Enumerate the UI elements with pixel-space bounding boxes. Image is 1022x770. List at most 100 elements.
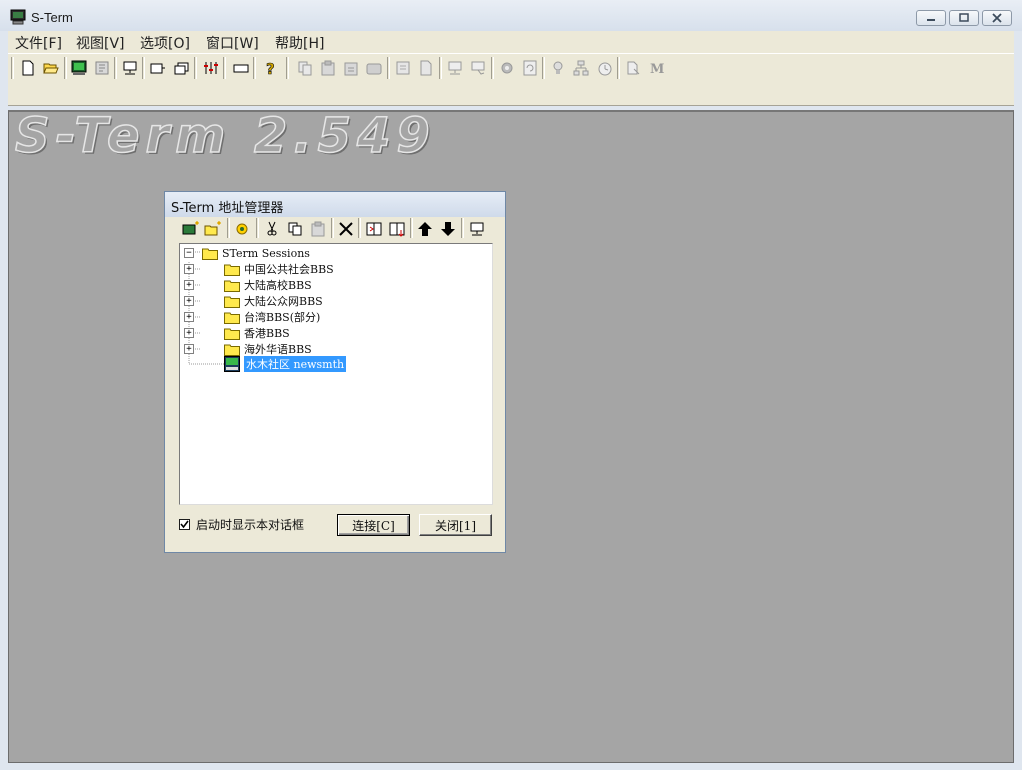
network-disabled-icon — [573, 60, 589, 76]
fullscreen-button[interactable] — [231, 58, 251, 78]
network-button[interactable] — [571, 58, 591, 78]
restore-button[interactable] — [949, 10, 979, 26]
minimize-button[interactable] — [916, 10, 946, 26]
macro-m-icon: M — [650, 62, 664, 76]
send-button[interactable] — [445, 58, 465, 78]
cut-scissors-icon — [267, 221, 277, 236]
app-version-watermark: S-Term 2.549 — [14, 107, 436, 165]
folder-icon — [224, 328, 240, 340]
connect-button[interactable] — [69, 58, 89, 78]
connect-button[interactable]: 连接[C] — [337, 514, 410, 536]
show-on-startup-option[interactable]: 启动时显示本对话框 — [179, 516, 304, 533]
export-book-icon — [389, 222, 405, 237]
expand-icon[interactable]: + — [184, 280, 194, 290]
toolbar-separator — [256, 218, 259, 238]
tree-root[interactable]: − STerm Sessions — [184, 245, 310, 261]
open-button[interactable] — [41, 58, 61, 78]
folder-open-icon — [202, 248, 218, 260]
close-button[interactable] — [982, 10, 1012, 26]
folder-icon — [224, 312, 240, 324]
paste-site-button[interactable] — [308, 219, 328, 239]
tree-folder-item[interactable]: + 海外华语BBS — [184, 341, 312, 357]
paste-button[interactable] — [318, 58, 338, 78]
properties-button[interactable] — [232, 219, 252, 239]
collapse-icon[interactable]: − — [184, 248, 194, 258]
menu-file[interactable]: 文件[F] — [15, 33, 62, 53]
export-button[interactable] — [387, 219, 407, 239]
expand-icon[interactable]: + — [184, 344, 194, 354]
copy-button[interactable] — [295, 58, 315, 78]
copy-icon — [288, 222, 302, 236]
copy-disabled-icon — [298, 61, 312, 76]
toolbar-separator — [617, 57, 620, 79]
menu-options[interactable]: 选项[O] — [140, 33, 190, 53]
capture-button[interactable] — [416, 58, 436, 78]
edit-button[interactable] — [623, 58, 643, 78]
folder-icon — [224, 264, 240, 276]
help-button[interactable]: ? — [260, 58, 280, 78]
expand-icon[interactable]: + — [184, 296, 194, 306]
import-book-icon — [366, 222, 382, 236]
paste-disabled-icon — [311, 221, 325, 237]
cascade-button[interactable] — [172, 58, 192, 78]
add-site-button[interactable] — [181, 219, 201, 239]
import-button[interactable] — [364, 219, 384, 239]
tree-folder-item[interactable]: + 中国公共社会BBS — [184, 261, 334, 277]
sessions-tree[interactable]: − STerm Sessions + 中国公共社会BBS + 大陆高校BBS +… — [179, 243, 493, 505]
menu-window[interactable]: 窗口[W] — [206, 33, 259, 53]
cut-button[interactable] — [262, 219, 282, 239]
paste-all-button[interactable] — [364, 58, 384, 78]
paste-special-button[interactable] — [341, 58, 361, 78]
menu-view[interactable]: 视图[V] — [76, 33, 125, 53]
expand-icon[interactable]: + — [184, 312, 194, 322]
timer-button[interactable] — [595, 58, 615, 78]
move-up-button[interactable] — [415, 219, 435, 239]
move-down-button[interactable] — [438, 219, 458, 239]
toolbar-separator — [64, 57, 67, 79]
expand-icon[interactable]: + — [184, 264, 194, 274]
tree-folder-label: 海外华语BBS — [244, 343, 312, 356]
toolbar-separator — [223, 57, 226, 79]
folder-icon — [224, 280, 240, 292]
expand-icon[interactable]: + — [184, 328, 194, 338]
close-icon — [992, 13, 1002, 23]
tree-folder-item[interactable]: + 香港BBS — [184, 325, 290, 341]
checkmark-icon — [180, 520, 189, 529]
tree-folder-label: 中国公共社会BBS — [244, 263, 334, 276]
add-folder-button[interactable] — [203, 219, 223, 239]
quick-connect-site-button[interactable] — [467, 219, 487, 239]
menu-help[interactable]: 帮助[H] — [275, 33, 324, 53]
network-computer-icon — [123, 61, 137, 75]
log-button[interactable] — [393, 58, 413, 78]
tree-folder-item[interactable]: + 大陆公众网BBS — [184, 293, 323, 309]
new-window-icon — [150, 63, 165, 74]
delete-button[interactable] — [336, 219, 356, 239]
dialog-title-bar[interactable]: S-Term 地址管理器 — [165, 192, 505, 217]
menu-bar: 文件[F] 视图[V] 选项[O] 窗口[W] 帮助[H] — [8, 31, 1014, 54]
tree-folder-item[interactable]: + 台湾BBS(部分) — [184, 309, 320, 325]
refresh-button[interactable] — [520, 58, 540, 78]
window-cascade-icon — [174, 62, 189, 75]
toolbar-separator — [410, 218, 413, 238]
delete-x-icon — [339, 222, 353, 236]
close-dialog-button[interactable]: 关闭[1] — [419, 514, 492, 536]
tree-folder-item[interactable]: + 大陆高校BBS — [184, 277, 312, 293]
address-book-button[interactable] — [92, 58, 112, 78]
tips-button[interactable] — [548, 58, 568, 78]
new-button[interactable] — [18, 58, 38, 78]
tree-site-label: 水木社区 newsmth — [244, 356, 347, 372]
tree-site-item-selected[interactable]: 水木社区 newsmth — [224, 356, 347, 372]
tree-folder-label: 香港BBS — [244, 327, 290, 340]
quick-connect-button[interactable] — [120, 58, 140, 78]
title-bar[interactable]: S-Term — [0, 0, 1022, 31]
show-on-startup-checkbox[interactable] — [179, 519, 190, 530]
dialog-toolbar — [169, 218, 501, 240]
receive-button[interactable] — [468, 58, 488, 78]
new-file-icon — [22, 60, 34, 76]
script-button[interactable] — [497, 58, 517, 78]
adjust-button[interactable] — [201, 58, 221, 78]
arrow-up-icon — [418, 222, 432, 236]
copy-site-button[interactable] — [285, 219, 305, 239]
new-window-button[interactable] — [148, 58, 168, 78]
macro-button[interactable]: M — [647, 58, 667, 78]
